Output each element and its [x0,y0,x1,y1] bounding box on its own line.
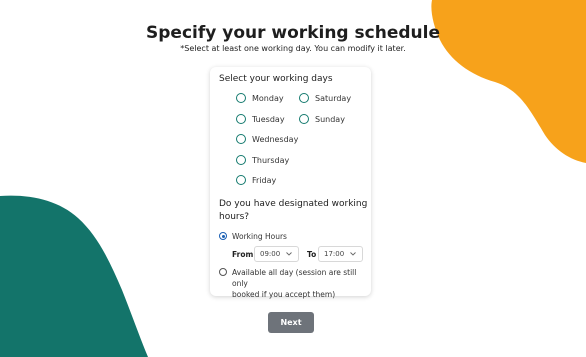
day-option-friday[interactable]: Friday [236,173,276,187]
chevron-down-icon [349,250,357,258]
radio-label-line2: booked if you accept them) [232,290,336,299]
radio-working-hours[interactable]: Working Hours [219,231,287,242]
to-time-select[interactable]: 17:00 [318,246,363,262]
checkbox-circle-icon [299,114,309,124]
day-option-sunday[interactable]: Sunday [299,112,345,126]
day-label: Thursday [252,155,290,165]
page-subtitle: *Select at least one working day. You ca… [180,44,406,53]
day-label: Friday [252,175,277,185]
day-option-monday[interactable]: Monday [236,91,284,105]
radio-selected-icon [219,232,227,240]
radio-label: Working Hours [232,232,287,241]
day-label: Monday [252,93,284,103]
chevron-down-icon [285,250,293,258]
schedule-card: Select your working days Monday Saturday… [210,67,371,299]
radio-label-line1: Available all day (session are still onl… [232,268,357,288]
from-time-select[interactable]: 09:00 [254,246,299,262]
day-option-thursday[interactable]: Thursday [236,153,289,167]
to-label: To [307,250,317,259]
working-hours-question-cont: hours? [219,212,250,222]
checkbox-circle-icon [236,93,246,103]
radio-available-all-day[interactable]: Available all day (session are still onl… [219,267,371,300]
day-label: Sunday [315,114,345,124]
checkbox-circle-icon [236,134,246,144]
radio-unselected-icon [219,268,227,276]
checkbox-circle-icon [236,114,246,124]
working-days-title: Select your working days [219,74,333,84]
page-title: Specify your working schedule [146,23,440,43]
checkbox-circle-icon [299,93,309,103]
day-option-tuesday[interactable]: Tuesday [236,112,285,126]
day-label: Wednesday [252,134,299,144]
day-option-saturday[interactable]: Saturday [299,91,351,105]
teal-blob [0,195,148,357]
radio-label: Available all day (session are still onl… [232,267,371,300]
to-time-value: 17:00 [324,250,345,258]
day-label: Tuesday [252,114,285,124]
next-button[interactable]: Next [268,312,314,333]
from-label: From [232,250,254,259]
day-option-wednesday[interactable]: Wednesday [236,132,298,146]
checkbox-circle-icon [236,155,246,165]
day-label: Saturday [315,93,352,103]
from-time-value: 09:00 [260,250,281,258]
checkbox-circle-icon [236,175,246,185]
working-hours-question: Do you have designated working [219,199,368,209]
